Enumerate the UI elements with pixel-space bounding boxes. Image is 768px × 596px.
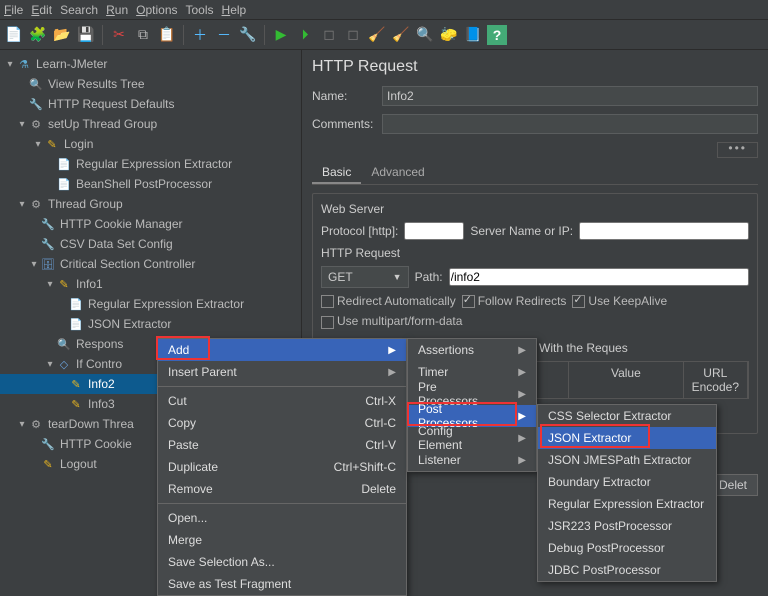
tree-item[interactable]: 📄Regular Expression Extractor	[0, 154, 301, 174]
ctx-jdbc[interactable]: JDBC PostProcessor	[538, 559, 716, 581]
reset-search-icon[interactable]: 🧽	[439, 25, 459, 45]
clear-icon[interactable]: 🧹	[367, 25, 387, 45]
follow-redirects-checkbox[interactable]	[462, 295, 475, 308]
help-icon[interactable]: ?	[487, 25, 507, 45]
name-input[interactable]	[382, 86, 758, 106]
tree-root[interactable]: ▾⚗Learn-JMeter	[0, 54, 301, 74]
method-select[interactable]: GET▼	[321, 266, 409, 288]
toolbar: 📄 🧩 📂 💾 ✂ ⧉ 📋 ＋ － 🔧 ▶ ⏵ ◻ ◻ 🧹 🧹 🔍 🧽 📘 ?	[0, 20, 768, 50]
tree-item[interactable]: 🔍View Results Tree	[0, 74, 301, 94]
menu-file[interactable]: File	[4, 3, 23, 17]
new-icon[interactable]: 📄	[4, 25, 24, 45]
protocol-label: Protocol [http]:	[321, 224, 398, 238]
tree-item[interactable]: 📄Regular Expression Extractor	[0, 294, 301, 314]
ctx-assertions[interactable]: Assertions▶	[408, 339, 536, 361]
tree-item[interactable]: 🔧CSV Data Set Config	[0, 234, 301, 254]
shutdown-icon[interactable]: ◻	[343, 25, 363, 45]
ctx-cut[interactable]: CutCtrl-X	[158, 390, 406, 412]
menu-tools[interactable]: Tools	[186, 3, 214, 17]
menu-help[interactable]: Help	[222, 3, 247, 17]
tree-item[interactable]: 📄JSON Extractor	[0, 314, 301, 334]
run-nopause-icon[interactable]: ⏵	[295, 25, 315, 45]
ctx-duplicate[interactable]: DuplicateCtrl+Shift-C	[158, 456, 406, 478]
ctx-insert-parent[interactable]: Insert Parent▶	[158, 361, 406, 383]
context-menu: Add▶ Insert Parent▶ CutCtrl-X CopyCtrl-C…	[157, 338, 407, 596]
redirect-auto-checkbox[interactable]	[321, 295, 334, 308]
tab-advanced[interactable]: Advanced	[361, 162, 434, 184]
search-icon[interactable]: 🔍	[415, 25, 435, 45]
ctx-save-selection[interactable]: Save Selection As...	[158, 551, 406, 573]
ctx-regex-extractor[interactable]: Regular Expression Extractor	[538, 493, 716, 515]
ctx-add[interactable]: Add▶	[158, 339, 406, 361]
cut-icon[interactable]: ✂	[109, 25, 129, 45]
keepalive-checkbox[interactable]	[572, 295, 585, 308]
minus-icon[interactable]: －	[214, 25, 234, 45]
ctx-merge[interactable]: Merge	[158, 529, 406, 551]
path-input[interactable]	[449, 268, 749, 286]
tree-item[interactable]: ▾✎Login	[0, 134, 301, 154]
wrench-icon[interactable]: 🔧	[238, 25, 258, 45]
function-icon[interactable]: 📘	[463, 25, 483, 45]
tree-item[interactable]: ▾⚙Thread Group	[0, 194, 301, 214]
menu-edit[interactable]: Edit	[31, 3, 52, 17]
menu-options[interactable]: Options	[136, 3, 177, 17]
comments-input[interactable]	[382, 114, 758, 134]
ctx-remove[interactable]: RemoveDelete	[158, 478, 406, 500]
ctx-boundary-extractor[interactable]: Boundary Extractor	[538, 471, 716, 493]
ctx-config-element[interactable]: Config Element▶	[408, 427, 536, 449]
templates-icon[interactable]: 🧩	[28, 25, 48, 45]
tree-item[interactable]: ▾⚙setUp Thread Group	[0, 114, 301, 134]
tree-item[interactable]: 📄BeanShell PostProcessor	[0, 174, 301, 194]
clear-all-icon[interactable]: 🧹	[391, 25, 411, 45]
copy-icon[interactable]: ⧉	[133, 25, 153, 45]
ctx-save-fragment[interactable]: Save as Test Fragment	[158, 573, 406, 595]
paste-icon[interactable]: 📋	[157, 25, 177, 45]
tree-item[interactable]: 🔧HTTP Cookie Manager	[0, 214, 301, 234]
run-icon[interactable]: ▶	[271, 25, 291, 45]
panel-title: HTTP Request	[312, 58, 758, 76]
server-input[interactable]	[579, 222, 749, 240]
ctx-open[interactable]: Open...	[158, 507, 406, 529]
ctx-listener[interactable]: Listener▶	[408, 449, 536, 471]
ctx-copy[interactable]: CopyCtrl-C	[158, 412, 406, 434]
ctx-jsr223[interactable]: JSR223 PostProcessor	[538, 515, 716, 537]
open-icon[interactable]: 📂	[52, 25, 72, 45]
menu-run[interactable]: Run	[106, 3, 128, 17]
httprequest-label: HTTP Request	[321, 246, 749, 260]
context-submenu-add: Assertions▶ Timer▶ Pre Processors▶ Post …	[407, 338, 537, 472]
multipart-checkbox[interactable]	[321, 316, 334, 329]
ctx-jmespath-extractor[interactable]: JSON JMESPath Extractor	[538, 449, 716, 471]
tab-basic[interactable]: Basic	[312, 162, 361, 184]
ctx-paste[interactable]: PasteCtrl-V	[158, 434, 406, 456]
path-label: Path:	[415, 270, 443, 284]
save-icon[interactable]: 💾	[76, 25, 96, 45]
ctx-debug[interactable]: Debug PostProcessor	[538, 537, 716, 559]
tree-item[interactable]: ▾✎Info1	[0, 274, 301, 294]
name-label: Name:	[312, 89, 382, 103]
expand-icon[interactable]: •••	[717, 142, 758, 158]
menubar: File Edit Search Run Options Tools Help	[0, 0, 768, 20]
ctx-css-extractor[interactable]: CSS Selector Extractor	[538, 405, 716, 427]
context-submenu-post: CSS Selector Extractor JSON Extractor JS…	[537, 404, 717, 582]
protocol-input[interactable]	[404, 222, 464, 240]
tree-item[interactable]: 🔧HTTP Request Defaults	[0, 94, 301, 114]
tree-item[interactable]: ▾🗄Critical Section Controller	[0, 254, 301, 274]
plus-icon[interactable]: ＋	[190, 25, 210, 45]
stop-icon[interactable]: ◻	[319, 25, 339, 45]
ctx-json-extractor[interactable]: JSON Extractor	[538, 427, 716, 449]
comments-label: Comments:	[312, 117, 382, 131]
menu-search[interactable]: Search	[60, 3, 98, 17]
webserver-label: Web Server	[321, 202, 749, 216]
server-label: Server Name or IP:	[470, 224, 573, 238]
